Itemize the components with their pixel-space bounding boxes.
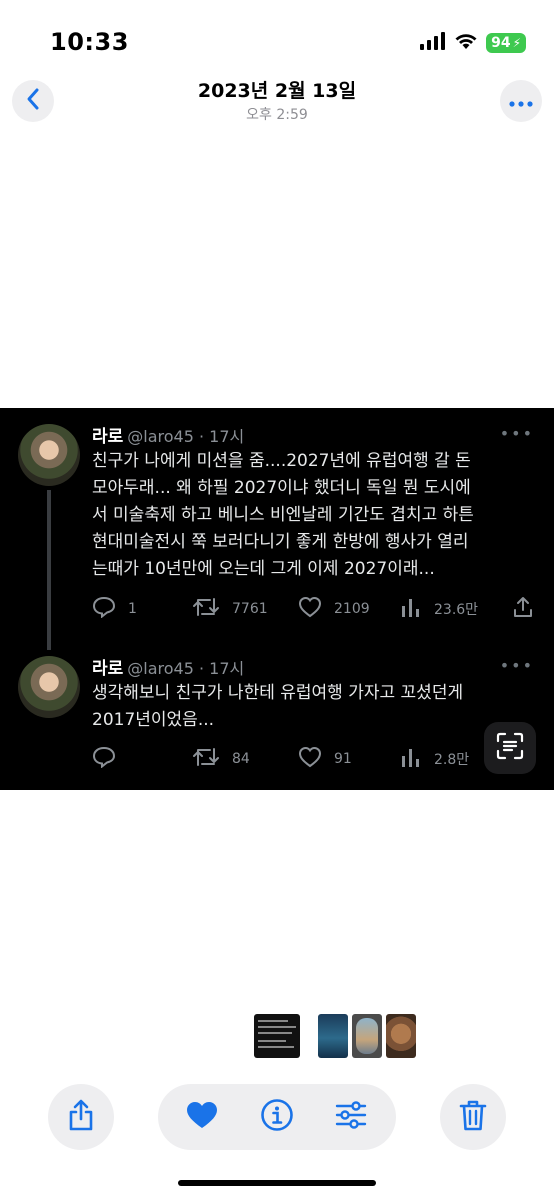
like-icon: [298, 596, 322, 622]
author-name: 라로: [92, 427, 124, 447]
info-icon: [260, 1098, 294, 1136]
share-icon: [512, 596, 534, 622]
share-action: [512, 596, 534, 622]
views-count: 23.6만: [434, 602, 479, 618]
more-button[interactable]: [500, 80, 542, 122]
heart-icon: [185, 1100, 219, 1134]
retweet-action: 84: [192, 746, 250, 772]
retweet-count: 84: [232, 751, 250, 767]
tweet-text: 생각해보니 친구가 나한테 유럽여행 가자고 꼬셨던게 2017년이었음...: [92, 683, 464, 730]
more-icon: [509, 92, 533, 111]
info-button[interactable]: [258, 1098, 296, 1136]
adjust-button[interactable]: [332, 1098, 370, 1136]
views-icon: [400, 746, 422, 772]
retweet-icon: [192, 746, 220, 772]
page-subtitle: 오후 2:59: [246, 107, 308, 123]
retweet-action: 7761: [192, 596, 268, 622]
thumbnail-photo[interactable]: [386, 1014, 416, 1058]
views-icon: [400, 596, 422, 622]
page-title: 2023년 2월 13일: [197, 80, 357, 102]
like-count: 2109: [334, 601, 370, 617]
author-name: 라로: [92, 659, 124, 679]
battery-level: 94: [491, 35, 511, 51]
wifi-icon: [454, 32, 478, 54]
author-handle: @laro45 · 17시: [127, 427, 245, 446]
retweet-count: 7761: [232, 601, 268, 617]
avatar: [18, 656, 80, 718]
tweet-author: 라로 @laro45 · 17시: [92, 422, 244, 447]
favorite-button[interactable]: [183, 1098, 221, 1136]
like-icon: [298, 746, 322, 772]
status-icons: 94 ⚡: [420, 32, 526, 54]
reply-action: 1: [92, 596, 137, 622]
battery-indicator: 94 ⚡: [486, 33, 526, 53]
reply-icon: [92, 596, 116, 622]
retweet-icon: [192, 596, 220, 622]
tweet-more-icon: •••: [499, 424, 534, 443]
avatar: [18, 424, 80, 486]
thread-line: [47, 490, 51, 650]
tweet-more-icon: •••: [499, 656, 534, 675]
delete-button[interactable]: [440, 1084, 506, 1150]
like-count: 91: [334, 751, 352, 767]
like-action: 91: [298, 746, 352, 772]
signal-icon: [420, 32, 446, 54]
views-action: 23.6만: [400, 596, 478, 622]
thumbnail-photo[interactable]: [352, 1014, 382, 1058]
photo-actions-pill: [158, 1084, 396, 1150]
adjust-icon: [334, 1100, 368, 1134]
trash-icon: [458, 1098, 488, 1136]
author-handle: @laro45 · 17시: [127, 659, 245, 678]
tweet-author: 라로 @laro45 · 17시: [92, 654, 244, 679]
status-time: 10:33: [50, 28, 129, 56]
tweet-actions: 1 7761 2109 23.6만: [92, 596, 542, 622]
share-button[interactable]: [48, 1084, 114, 1150]
thumbnail-current[interactable]: [254, 1014, 300, 1058]
text-scan-icon: [495, 731, 525, 765]
share-icon: [66, 1098, 96, 1136]
views-action: 2.8만: [400, 746, 469, 772]
reply-count: 1: [128, 601, 137, 617]
charging-icon: ⚡: [512, 36, 521, 50]
home-indicator: [178, 1180, 376, 1186]
thumbnail-photo[interactable]: [318, 1014, 348, 1058]
reply-action: [92, 746, 116, 772]
like-action: 2109: [298, 596, 370, 622]
tweet-text: 친구가 나에게 미션을 줌....2027년에 유럽여행 갈 돈 모아두래...…: [92, 451, 474, 579]
views-count: 2.8만: [434, 752, 470, 768]
live-text-button[interactable]: [484, 722, 536, 774]
reply-icon: [92, 746, 116, 772]
tweet-actions: 84 91 2.8만: [92, 746, 542, 772]
